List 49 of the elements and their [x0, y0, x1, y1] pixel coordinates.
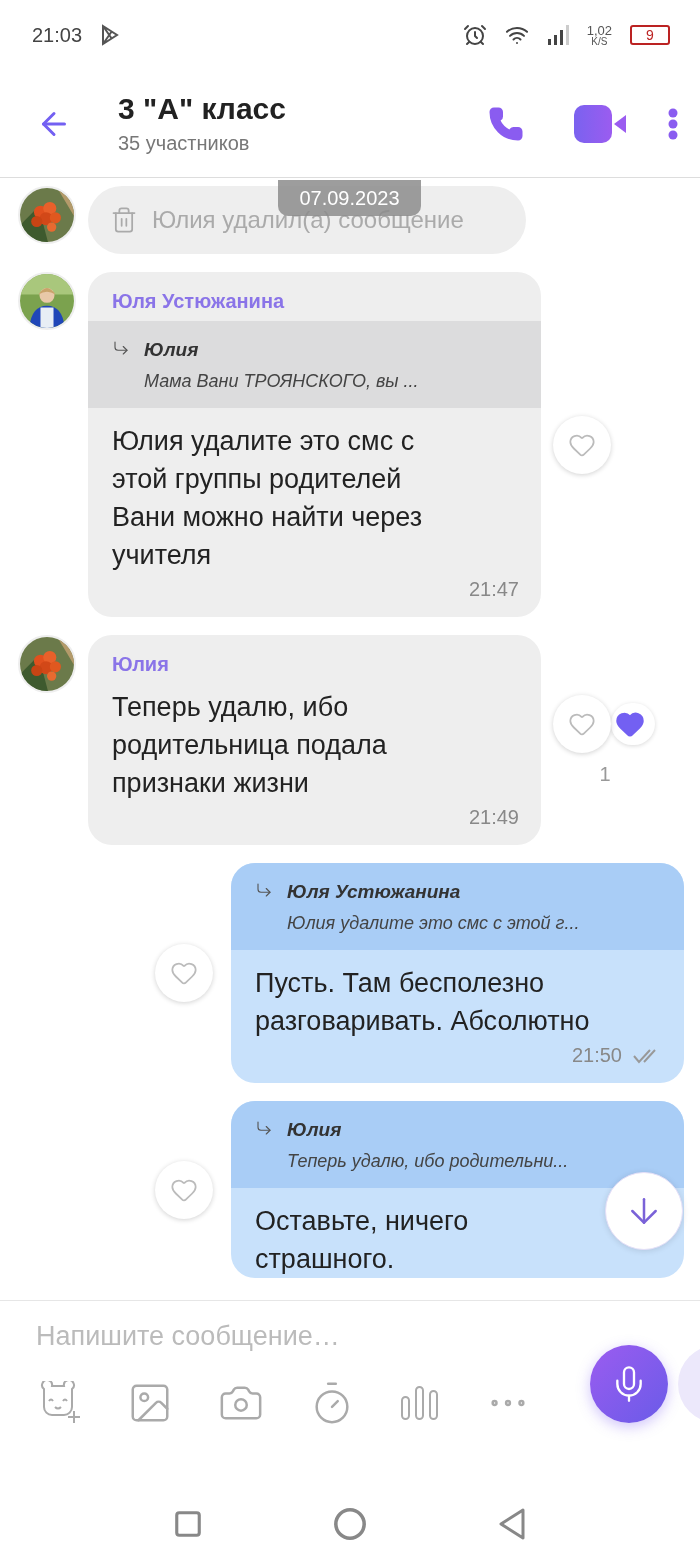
signal-icon	[546, 25, 569, 45]
call-button[interactable]	[488, 105, 524, 142]
message-text: Юлия удалите это смс с этой группы родителей Вани можно найти через учителя	[111, 425, 424, 572]
quote-author: Юля Устюжанина	[287, 881, 462, 903]
sender-name: Юлия	[111, 652, 170, 677]
phone-icon	[488, 105, 524, 142]
home-icon[interactable]	[333, 1506, 367, 1541]
quote-author: Юлия	[144, 339, 200, 361]
quote-text: Мама Вани ТРОЯНСКОГО, вы ...	[144, 371, 419, 392]
reply-arrow-icon	[112, 339, 130, 357]
network-speed: 1,02	[586, 23, 612, 37]
menu-icon	[668, 107, 678, 140]
quoted-message[interactable]: Юлия Мама Вани ТРОЯНСКОГО, вы ...	[88, 321, 541, 408]
message-text: Оставьте, ничего страшного.	[254, 1205, 470, 1276]
message-text: Пусть. Там бесполезно разговаривать. Абсолютно	[254, 967, 591, 1038]
video-call-button[interactable]	[574, 104, 628, 143]
like-button[interactable]	[553, 415, 611, 474]
video-camera-icon	[574, 104, 628, 143]
battery-indicator: 9	[630, 25, 670, 45]
quote-text: Теперь удалю, ибо родительни...	[287, 1151, 569, 1172]
reply-arrow-icon	[255, 1119, 273, 1137]
date-badge: 07.09.2023	[278, 180, 421, 216]
reply-arrow-icon	[255, 881, 273, 899]
reaction-count: 1	[599, 762, 611, 786]
back-icon[interactable]	[497, 1506, 527, 1541]
like-button[interactable]	[155, 944, 213, 1002]
message-time: 21:49	[468, 806, 519, 829]
microphone-button[interactable]	[590, 1345, 668, 1423]
chat-title: 3 "А" класс	[118, 92, 287, 126]
menu-button[interactable]	[668, 107, 678, 140]
message-time: 21:47	[468, 578, 519, 601]
voice-bars-icon[interactable]	[400, 1383, 440, 1423]
reaction-chip[interactable]	[611, 702, 655, 745]
alarm-icon	[462, 23, 487, 47]
like-button[interactable]	[155, 1160, 213, 1219]
quote-text: Юлия удалите это смс с этой г...	[287, 913, 580, 934]
network-speed-unit: K/S	[591, 36, 608, 47]
quoted-message[interactable]: Юлия Теперь удалю, ибо родительни...	[231, 1101, 684, 1188]
recent-apps-icon[interactable]	[173, 1508, 203, 1539]
play-store-icon	[100, 24, 121, 46]
quoted-message[interactable]: Юля Устюжанина Юлия удалите это смс с этой г...	[231, 863, 684, 950]
participants-count: 35 участников	[118, 132, 251, 155]
status-time: 21:03	[32, 23, 83, 47]
trash-icon	[110, 206, 138, 234]
sender-name: Юля Устюжанина	[111, 289, 286, 314]
message-text: Теперь удалю, ибо родительница подала признаки жизни	[111, 691, 388, 800]
like-button[interactable]	[553, 694, 611, 753]
quote-author: Юлия	[287, 1119, 343, 1141]
message-time: 21:50	[571, 1044, 622, 1067]
